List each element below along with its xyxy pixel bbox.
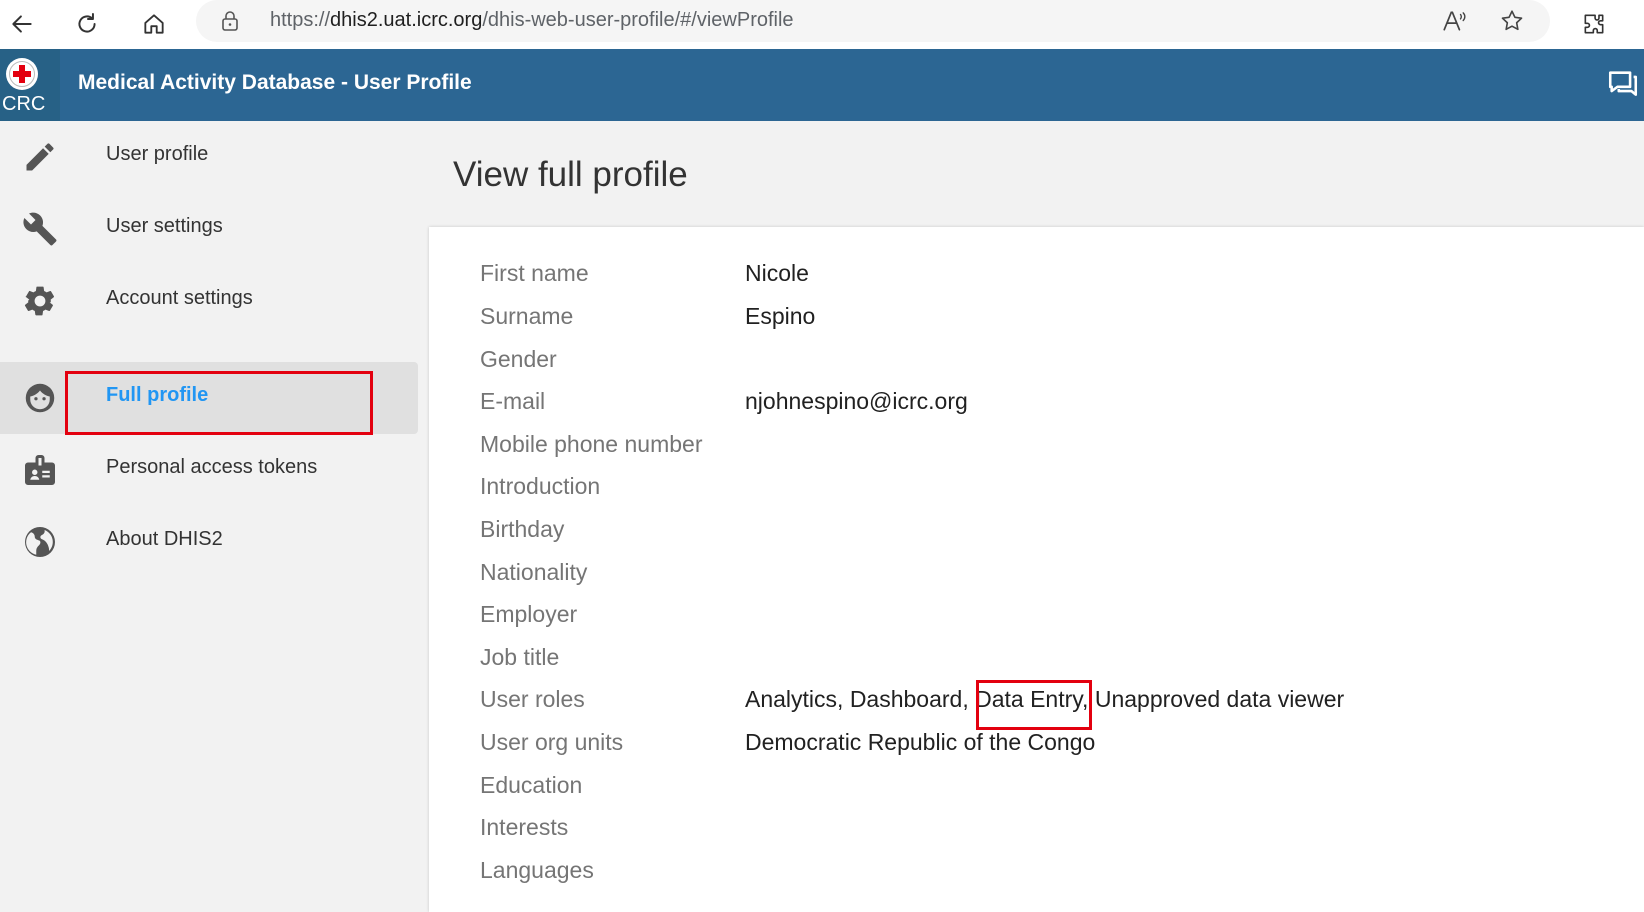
sidebar-item-label: User profile [106,143,209,165]
field-label: Education [480,772,583,798]
globe-icon [25,527,55,557]
field-label: Mobile phone number [480,431,703,457]
field-value: Democratic Republic of the Congo [745,729,1096,755]
profile-row-first-name: First name Nicole [429,252,1644,294]
field-label: Surname [480,303,574,329]
browser-toolbar: https://dhis2.uat.icrc.org/dhis-web-user… [0,0,1644,49]
logo[interactable]: CRC [0,49,60,121]
profile-row-mobile-phone: Mobile phone number [429,423,1644,465]
favorite-star-icon[interactable] [1498,7,1526,35]
extensions-icon[interactable] [1576,6,1612,42]
badge-icon [25,455,55,485]
field-value: njohnespino@icrc.org [745,388,968,414]
profile-row-introduction: Introduction [429,465,1644,507]
reload-icon[interactable] [69,6,105,42]
home-icon[interactable] [136,6,172,42]
sidebar-item-label: About DHIS2 [106,528,223,550]
profile-row-surname: Surname Espino [429,295,1644,337]
profile-panel: First name Nicole Surname Espino Gender … [429,227,1644,912]
highlight-box-full-profile [65,371,373,435]
face-icon [25,383,55,413]
sidebar-item-user-profile[interactable]: User profile [0,121,418,193]
field-label: E-mail [480,388,546,414]
messages-icon[interactable] [1606,67,1640,101]
lock-icon[interactable] [218,9,242,33]
sidebar: User profile User settings Account setti… [0,121,420,912]
wrench-icon [23,212,57,246]
field-label: First name [480,260,589,286]
profile-row-education: Education [429,764,1644,806]
sidebar-item-label: Account settings [106,287,253,309]
field-label: User org units [480,729,624,755]
field-label: User roles [480,686,585,712]
field-label: Introduction [480,473,601,499]
address-bar[interactable]: https://dhis2.uat.icrc.org/dhis-web-user… [196,0,1550,42]
red-cross-emblem-icon [6,58,38,90]
profile-row-email: E-mail njohnespino@icrc.org [429,380,1644,422]
sidebar-item-personal-access-tokens[interactable]: Personal access tokens [0,434,418,506]
back-icon[interactable] [4,6,40,42]
highlight-box-data-entry [976,680,1092,730]
profile-row-job-title: Job title [429,636,1644,678]
field-label: Job title [480,644,560,670]
field-value: Nicole [745,260,809,286]
sidebar-item-label: User settings [106,215,223,237]
field-value: Espino [745,303,816,329]
sidebar-item-user-settings[interactable]: User settings [0,193,418,265]
sidebar-item-account-settings[interactable]: Account settings [0,265,418,337]
profile-row-birthday: Birthday [429,508,1644,550]
profile-row-interests: Interests [429,806,1644,848]
logo-text: CRC [2,93,46,115]
url-path: /dhis-web-user-profile/#/viewProfile [482,9,794,31]
profile-row-employer: Employer [429,593,1644,635]
pencil-icon [26,143,54,171]
profile-row-languages: Languages [429,849,1644,891]
url-prefix: https:// [270,9,331,31]
field-label: Interests [480,814,569,840]
app-header: CRC Medical Activity Database - User Pro… [0,49,1644,121]
field-label: Nationality [480,559,588,585]
profile-row-gender: Gender [429,338,1644,380]
read-aloud-icon[interactable] [1440,7,1468,35]
field-label: Languages [480,857,594,883]
sidebar-item-about-dhis2[interactable]: About DHIS2 [0,506,418,578]
page-title: View full profile [453,155,688,194]
gear-icon [24,286,55,316]
app-title: Medical Activity Database - User Profile [78,71,472,94]
url-host: dhis2.uat.icrc.org [330,9,483,31]
profile-row-nationality: Nationality [429,551,1644,593]
field-label: Gender [480,346,557,372]
field-label: Birthday [480,516,565,542]
url-text[interactable]: https://dhis2.uat.icrc.org/dhis-web-user… [270,9,794,32]
field-label: Employer [480,601,578,627]
sidebar-item-label: Personal access tokens [106,456,318,478]
